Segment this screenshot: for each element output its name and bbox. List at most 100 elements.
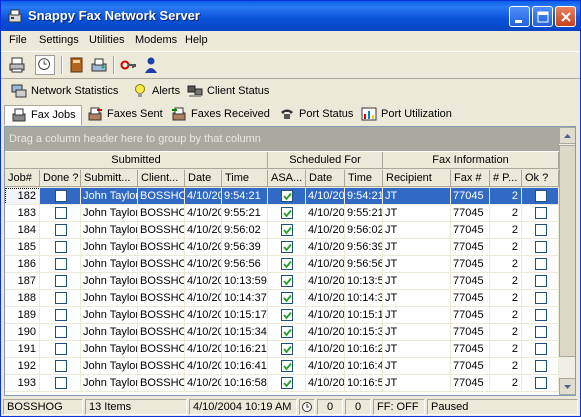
col-pages[interactable]: # P... bbox=[490, 170, 522, 187]
col-recipient[interactable]: Recipient bbox=[383, 170, 451, 187]
asap-checkbox[interactable] bbox=[281, 377, 293, 389]
table-row[interactable]: 183John TaylorBOSSHOG4/10/20049:55:214/1… bbox=[5, 205, 559, 222]
done-checkbox[interactable] bbox=[55, 343, 67, 355]
cell-asap-checkbox bbox=[268, 324, 306, 341]
ok-checkbox[interactable] bbox=[535, 326, 547, 338]
table-row[interactable]: 186John TaylorBOSSHOG4/10/20049:56:564/1… bbox=[5, 256, 559, 273]
menu-utilities[interactable]: Utilities bbox=[89, 34, 124, 46]
asap-checkbox[interactable] bbox=[281, 207, 293, 219]
tab-port-status[interactable]: Port Status bbox=[279, 105, 357, 125]
table-row[interactable]: 182John TaylorBOSSHOG4/10/20049:54:214/1… bbox=[5, 188, 559, 205]
ok-checkbox[interactable] bbox=[535, 309, 547, 321]
tab-port-utilization[interactable]: Port Utilization bbox=[361, 105, 461, 125]
menu-help[interactable]: Help bbox=[185, 34, 208, 46]
user-icon[interactable] bbox=[141, 55, 161, 75]
table-row[interactable]: 184John TaylorBOSSHOG4/10/20049:56:024/1… bbox=[5, 222, 559, 239]
title-bar[interactable]: Snappy Fax Network Server bbox=[1, 1, 580, 31]
minimize-icon bbox=[515, 20, 522, 23]
table-row[interactable]: 188John TaylorBOSSHOG4/10/200410:14:374/… bbox=[5, 290, 559, 307]
group-by-area[interactable]: Drag a column header here to group by th… bbox=[5, 127, 559, 151]
menu-modems[interactable]: Modems bbox=[135, 34, 177, 46]
close-button[interactable] bbox=[555, 6, 576, 27]
ok-checkbox[interactable] bbox=[535, 224, 547, 236]
scroll-up-button[interactable] bbox=[559, 127, 575, 144]
done-checkbox[interactable] bbox=[55, 292, 67, 304]
asap-checkbox[interactable] bbox=[281, 309, 293, 321]
menu-file[interactable]: File bbox=[9, 34, 27, 46]
ok-checkbox[interactable] bbox=[535, 275, 547, 287]
schedule-button[interactable] bbox=[35, 55, 55, 75]
ok-checkbox[interactable] bbox=[535, 292, 547, 304]
chart-icon bbox=[361, 107, 377, 121]
table-row[interactable]: 193John TaylorBOSSHOG4/10/200410:16:584/… bbox=[5, 375, 559, 392]
asap-checkbox[interactable] bbox=[281, 275, 293, 287]
scroll-down-button[interactable] bbox=[559, 378, 575, 395]
asap-checkbox[interactable] bbox=[281, 224, 293, 236]
band-fax-information[interactable]: Fax Information bbox=[383, 152, 559, 169]
asap-checkbox[interactable] bbox=[281, 326, 293, 338]
asap-checkbox[interactable] bbox=[281, 292, 293, 304]
col-time[interactable]: Time bbox=[222, 170, 268, 187]
done-checkbox[interactable] bbox=[55, 377, 67, 389]
tab-fax-jobs[interactable]: Fax Jobs bbox=[4, 105, 82, 125]
col-ok[interactable]: Ok ? bbox=[522, 170, 559, 187]
done-checkbox[interactable] bbox=[55, 360, 67, 372]
printer-icon[interactable] bbox=[7, 55, 27, 75]
table-row[interactable]: 187John TaylorBOSSHOG4/10/200410:13:594/… bbox=[5, 273, 559, 290]
ok-checkbox[interactable] bbox=[535, 360, 547, 372]
table-row[interactable]: 190John TaylorBOSSHOG4/10/200410:15:344/… bbox=[5, 324, 559, 341]
ok-checkbox[interactable] bbox=[535, 343, 547, 355]
minimize-button[interactable] bbox=[509, 6, 530, 27]
col-client[interactable]: Client... bbox=[138, 170, 185, 187]
cell-time: 10:16:58 bbox=[222, 375, 268, 392]
ok-checkbox[interactable] bbox=[535, 190, 547, 202]
done-checkbox[interactable] bbox=[55, 326, 67, 338]
done-checkbox[interactable] bbox=[55, 190, 67, 202]
tab-faxes-sent[interactable]: Faxes Sent bbox=[87, 105, 167, 125]
asap-checkbox[interactable] bbox=[281, 343, 293, 355]
done-checkbox[interactable] bbox=[55, 207, 67, 219]
done-checkbox[interactable] bbox=[55, 258, 67, 270]
col-submitter[interactable]: Submitt... bbox=[81, 170, 138, 187]
key-icon[interactable] bbox=[119, 55, 139, 75]
col-scheduled-date[interactable]: Date bbox=[306, 170, 345, 187]
vertical-scrollbar[interactable] bbox=[559, 127, 575, 395]
band-scheduled-for[interactable]: Scheduled For bbox=[268, 152, 383, 169]
book-icon[interactable] bbox=[67, 55, 87, 75]
done-checkbox[interactable] bbox=[55, 241, 67, 253]
col-fax-number[interactable]: Fax # bbox=[451, 170, 490, 187]
done-checkbox[interactable] bbox=[55, 309, 67, 321]
ok-checkbox[interactable] bbox=[535, 241, 547, 253]
tab-network-statistics[interactable]: Network Statistics bbox=[11, 82, 149, 102]
fax-machine-icon[interactable] bbox=[89, 55, 109, 75]
col-done[interactable]: Done ? bbox=[40, 170, 81, 187]
tab-client-status[interactable]: Client Status bbox=[187, 82, 297, 102]
asap-checkbox[interactable] bbox=[281, 360, 293, 372]
ok-checkbox[interactable] bbox=[535, 258, 547, 270]
done-checkbox[interactable] bbox=[55, 275, 67, 287]
ok-checkbox[interactable] bbox=[535, 377, 547, 389]
cell-date: 4/10/2004 bbox=[185, 188, 222, 205]
col-scheduled-time[interactable]: Time bbox=[345, 170, 383, 187]
band-submitted[interactable]: Submitted bbox=[5, 152, 268, 169]
col-date[interactable]: Date bbox=[185, 170, 222, 187]
table-row[interactable]: 192John TaylorBOSSHOG4/10/200410:16:414/… bbox=[5, 358, 559, 375]
col-asap[interactable]: ASA... bbox=[268, 170, 306, 187]
ok-checkbox[interactable] bbox=[535, 207, 547, 219]
tab-faxes-received[interactable]: Faxes Received bbox=[171, 105, 271, 125]
tab-alerts[interactable]: Alerts bbox=[132, 82, 192, 102]
done-checkbox[interactable] bbox=[55, 224, 67, 236]
asap-checkbox[interactable] bbox=[281, 190, 293, 202]
fax-jobs-icon bbox=[12, 108, 26, 122]
table-row[interactable]: 191John TaylorBOSSHOG4/10/200410:16:214/… bbox=[5, 341, 559, 358]
phone-icon bbox=[281, 109, 293, 119]
col-job-number[interactable]: Job# bbox=[5, 170, 40, 187]
maximize-button[interactable] bbox=[532, 6, 553, 27]
asap-checkbox[interactable] bbox=[281, 241, 293, 253]
status-count-1: 0 bbox=[317, 399, 343, 415]
table-row[interactable]: 189John TaylorBOSSHOG4/10/200410:15:174/… bbox=[5, 307, 559, 324]
scroll-thumb[interactable] bbox=[559, 145, 575, 357]
menu-settings[interactable]: Settings bbox=[39, 34, 79, 46]
table-row[interactable]: 185John TaylorBOSSHOG4/10/20049:56:394/1… bbox=[5, 239, 559, 256]
asap-checkbox[interactable] bbox=[281, 258, 293, 270]
